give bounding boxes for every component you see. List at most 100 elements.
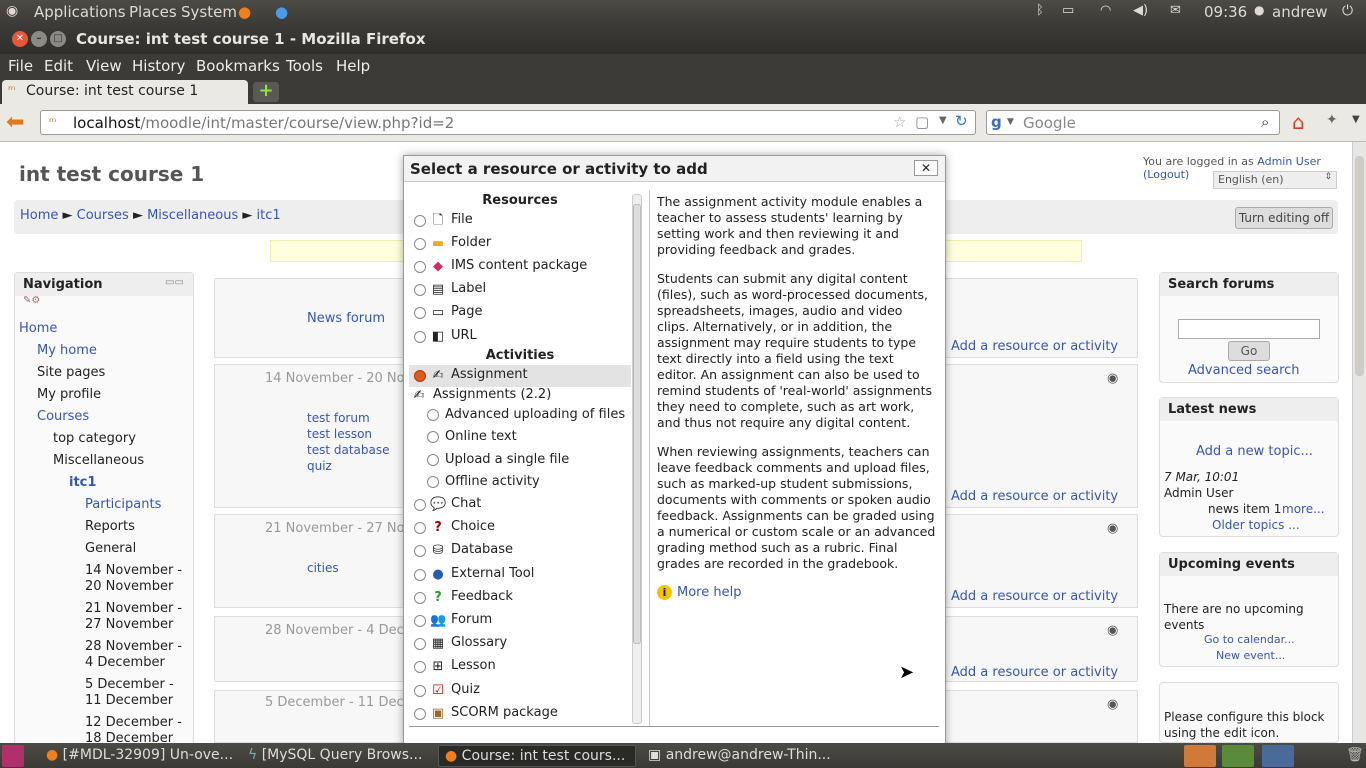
option-quiz[interactable]: ☑ Quiz <box>409 680 631 702</box>
add-resource-link-0[interactable]: Add a resource or activity <box>951 339 1118 354</box>
minimize-window-button[interactable]: – <box>31 31 47 47</box>
breadcrumb-misc[interactable]: Miscellaneous <box>147 208 238 223</box>
bookmark-star-icon[interactable]: ☆ <box>893 113 906 131</box>
option-external-tool[interactable]: ● External Tool <box>409 564 631 586</box>
tray-firefox-icon[interactable] <box>1184 745 1216 767</box>
option-upload-single[interactable]: Upload a single file <box>427 450 631 472</box>
addon-icon[interactable]: ✦ <box>1326 112 1338 128</box>
nav-top-category[interactable]: top category <box>53 431 136 446</box>
offline-radio[interactable] <box>427 476 439 488</box>
option-assignment[interactable]: ✍ Assignment <box>409 365 631 387</box>
quiz-radio[interactable] <box>414 685 426 697</box>
chat-radio[interactable] <box>414 499 426 511</box>
cities-link[interactable]: cities <box>307 561 339 575</box>
option-lesson[interactable]: ⊞ Lesson <box>409 656 631 678</box>
menu-help[interactable]: Help <box>336 57 370 75</box>
close-icon[interactable]: ✕ <box>914 160 938 176</box>
ims-radio[interactable] <box>414 261 426 273</box>
task-mdl[interactable]: ● [#MDL-32909] Un-ove... <box>40 745 238 767</box>
add-resource-link-1[interactable]: Add a resource or activity <box>951 489 1118 504</box>
option-ims[interactable]: ◆ IMS content package <box>409 256 631 278</box>
menu-history[interactable]: History <box>132 57 185 75</box>
nav-week-2[interactable]: 21 November - 27 November <box>85 601 193 633</box>
visibility-eye-icon[interactable]: ◉ <box>1107 623 1118 638</box>
option-online-text[interactable]: Online text <box>427 427 631 449</box>
chrome-launcher-icon[interactable]: ● <box>275 3 288 21</box>
option-advanced-uploading[interactable]: Advanced uploading of files <box>427 405 631 427</box>
search-bar[interactable]: g ▼ Google ⌕ <box>986 110 1280 135</box>
option-page[interactable]: ▭ Page <box>409 302 631 324</box>
page-scrollbar[interactable] <box>1352 142 1366 743</box>
feed-icon[interactable]: ▢ <box>915 113 929 131</box>
nav-week-4[interactable]: 5 December - 11 December <box>85 677 193 709</box>
tab-course[interactable]: ᵐ Course: int test course 1 <box>2 80 248 104</box>
news-forum-link[interactable]: News forum <box>307 311 385 326</box>
block-controls-icon[interactable]: ▭▭ <box>165 277 184 288</box>
volume-icon[interactable]: ◀) <box>1133 3 1148 18</box>
forum-radio[interactable] <box>414 615 426 627</box>
turn-editing-button[interactable]: Turn editing off <box>1235 207 1333 229</box>
test-database-link[interactable]: test database <box>307 443 390 457</box>
breadcrumb-itc1[interactable]: itc1 <box>257 208 281 223</box>
logout-link[interactable]: (Logout) <box>1143 168 1189 181</box>
quiz-link[interactable]: quiz <box>307 459 332 473</box>
nav-week-3[interactable]: 28 November - 4 December <box>85 639 193 671</box>
mail-icon[interactable]: ✉ <box>1170 3 1181 18</box>
task-course[interactable]: ● Course: int test cours... <box>438 745 636 767</box>
url-bar[interactable]: ᵐ localhost/moodle/int/master/course/vie… <box>40 110 976 135</box>
battery-icon[interactable]: ▭ <box>1062 3 1074 18</box>
ubuntu-logo-icon[interactable]: ◉ <box>6 3 18 19</box>
calendar-link[interactable]: Go to calendar... <box>1204 633 1295 646</box>
nav-participants[interactable]: Participants <box>85 497 161 512</box>
option-forum[interactable]: 👥 Forum <box>409 610 631 632</box>
menu-view[interactable]: View <box>86 57 122 75</box>
system-menu[interactable]: System <box>181 3 237 21</box>
file-radio[interactable] <box>414 215 426 227</box>
option-folder[interactable]: ▬ Folder <box>409 233 631 255</box>
engine-dropdown-icon[interactable]: ▼ <box>1007 117 1014 127</box>
search-forums-input[interactable] <box>1178 319 1320 339</box>
edit-tools-icon[interactable]: ✎⚙ <box>23 295 40 306</box>
visibility-eye-icon[interactable]: ◉ <box>1107 371 1118 386</box>
add-resource-link-2[interactable]: Add a resource or activity <box>951 589 1118 604</box>
tray-app-icon[interactable] <box>1262 745 1294 767</box>
login-user-link[interactable]: Admin User <box>1257 155 1321 168</box>
option-label[interactable]: ▤ Label <box>409 279 631 301</box>
nav-week-1[interactable]: 14 November - 20 November <box>85 563 193 595</box>
site-identity-icon[interactable]: ᵐ <box>49 115 56 129</box>
applications-menu[interactable]: Applications <box>34 3 126 21</box>
breadcrumb-courses[interactable]: Courses <box>77 208 129 223</box>
upload-single-radio[interactable] <box>427 454 439 466</box>
url-dropdown-icon[interactable]: ▼ <box>939 115 947 126</box>
option-file[interactable]: 🗋 File <box>409 210 631 232</box>
online-text-radio[interactable] <box>427 431 439 443</box>
option-offline[interactable]: Offline activity <box>427 472 631 494</box>
test-forum-link[interactable]: test forum <box>307 411 370 425</box>
menu-edit[interactable]: Edit <box>44 57 73 75</box>
language-select[interactable]: English (en) ⇕ <box>1213 171 1337 189</box>
menu-bookmarks[interactable]: Bookmarks <box>196 57 280 75</box>
close-window-button[interactable]: ✕ <box>12 31 28 47</box>
visibility-eye-icon[interactable]: ◉ <box>1107 697 1118 712</box>
maximize-window-button[interactable]: □ <box>50 31 66 47</box>
module-list-scroll-thumb[interactable] <box>633 204 641 644</box>
lesson-radio[interactable] <box>414 661 426 673</box>
search-go-button[interactable]: Go <box>1228 341 1270 361</box>
label-radio[interactable] <box>414 284 426 296</box>
option-feedback[interactable]: ? Feedback <box>409 587 631 609</box>
nav-itc1[interactable]: itc1 <box>69 475 96 490</box>
google-icon[interactable]: g <box>991 113 1002 131</box>
nav-general[interactable]: General <box>85 541 136 556</box>
url-radio[interactable] <box>414 331 426 343</box>
tray-app-icon[interactable] <box>1222 745 1254 767</box>
places-menu[interactable]: Places <box>129 3 177 21</box>
add-resource-link-3[interactable]: Add a resource or activity <box>951 665 1118 680</box>
new-tab-button[interactable]: + <box>253 82 279 102</box>
nav-reports[interactable]: Reports <box>85 519 135 534</box>
nav-my-profile[interactable]: My profile <box>37 387 101 402</box>
task-mysql[interactable]: ϟ [MySQL Query Brows... <box>242 745 432 767</box>
power-icon[interactable]: ⏻ <box>1342 3 1353 19</box>
option-glossary[interactable]: ▦ Glossary <box>409 633 631 655</box>
nav-my-home[interactable]: My home <box>37 343 97 358</box>
wifi-icon[interactable]: ◠ <box>1100 3 1111 18</box>
